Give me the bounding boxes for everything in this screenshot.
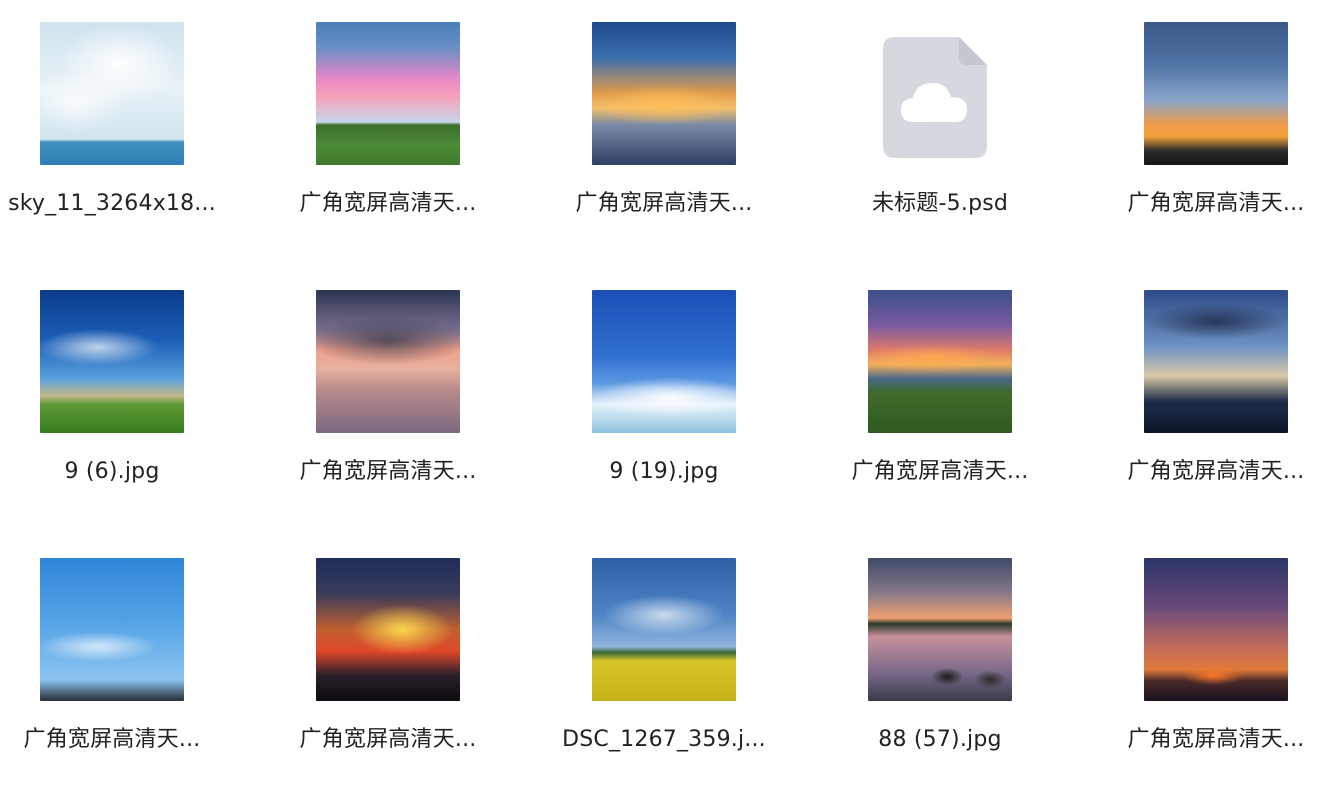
image-thumbnail — [40, 22, 184, 165]
file-name: 广角宽屏高清天... — [299, 727, 477, 752]
file-name: 广角宽屏高清天... — [1127, 191, 1305, 216]
file-name: 广角宽屏高清天... — [851, 459, 1029, 484]
image-thumbnail — [868, 558, 1012, 701]
file-name: 广角宽屏高清天... — [299, 459, 477, 484]
file-name: 广角宽屏高清天... — [1127, 459, 1305, 484]
image-thumbnail — [592, 290, 736, 433]
file-name: sky_11_3264x18... — [8, 191, 216, 216]
file-name: 广角宽屏高清天... — [299, 191, 477, 216]
file-item[interactable]: 广角宽屏高清天... — [1111, 290, 1321, 530]
file-item[interactable]: 9 (6).jpg — [7, 290, 217, 530]
image-thumbnail — [1144, 22, 1288, 165]
image-thumbnail — [316, 290, 460, 433]
file-item[interactable]: 广角宽屏高清天... — [835, 290, 1045, 530]
file-item[interactable]: 88 (57).jpg — [835, 558, 1045, 793]
file-name: DSC_1267_359.j... — [562, 727, 766, 752]
image-thumbnail — [592, 22, 736, 165]
file-item[interactable]: 广角宽屏高清天... — [283, 290, 493, 530]
image-thumbnail — [40, 290, 184, 433]
image-thumbnail — [1144, 558, 1288, 701]
file-name: 9 (6).jpg — [64, 459, 160, 484]
file-name: 广角宽屏高清天... — [1127, 727, 1305, 752]
file-item[interactable]: 广角宽屏高清天... — [1111, 22, 1321, 262]
image-thumbnail — [316, 22, 460, 165]
image-thumbnail — [868, 290, 1012, 433]
image-thumbnail — [40, 558, 184, 701]
psd-cloud-file-icon — [883, 37, 987, 158]
file-item[interactable]: 广角宽屏高清天... — [283, 558, 493, 793]
image-thumbnail — [316, 558, 460, 701]
file-name: 广角宽屏高清天... — [23, 727, 201, 752]
file-item[interactable]: 未标题-5.psd — [835, 22, 1045, 262]
image-thumbnail — [1144, 290, 1288, 433]
image-thumbnail — [592, 558, 736, 701]
file-item[interactable]: sky_11_3264x18... — [7, 22, 217, 262]
file-name: 广角宽屏高清天... — [575, 191, 753, 216]
file-item[interactable]: 广角宽屏高清天... — [559, 22, 769, 262]
file-item[interactable]: 广角宽屏高清天... — [7, 558, 217, 793]
file-grid: sky_11_3264x18... 广角宽屏高清天... 广角宽屏高清天... … — [0, 0, 1335, 793]
file-name: 9 (19).jpg — [609, 459, 719, 484]
file-item[interactable]: 广角宽屏高清天... — [1111, 558, 1321, 793]
file-item[interactable]: DSC_1267_359.j... — [559, 558, 769, 793]
file-item[interactable]: 广角宽屏高清天... — [283, 22, 493, 262]
file-name: 88 (57).jpg — [878, 727, 1002, 752]
file-item[interactable]: 9 (19).jpg — [559, 290, 769, 530]
file-name: 未标题-5.psd — [871, 191, 1009, 216]
